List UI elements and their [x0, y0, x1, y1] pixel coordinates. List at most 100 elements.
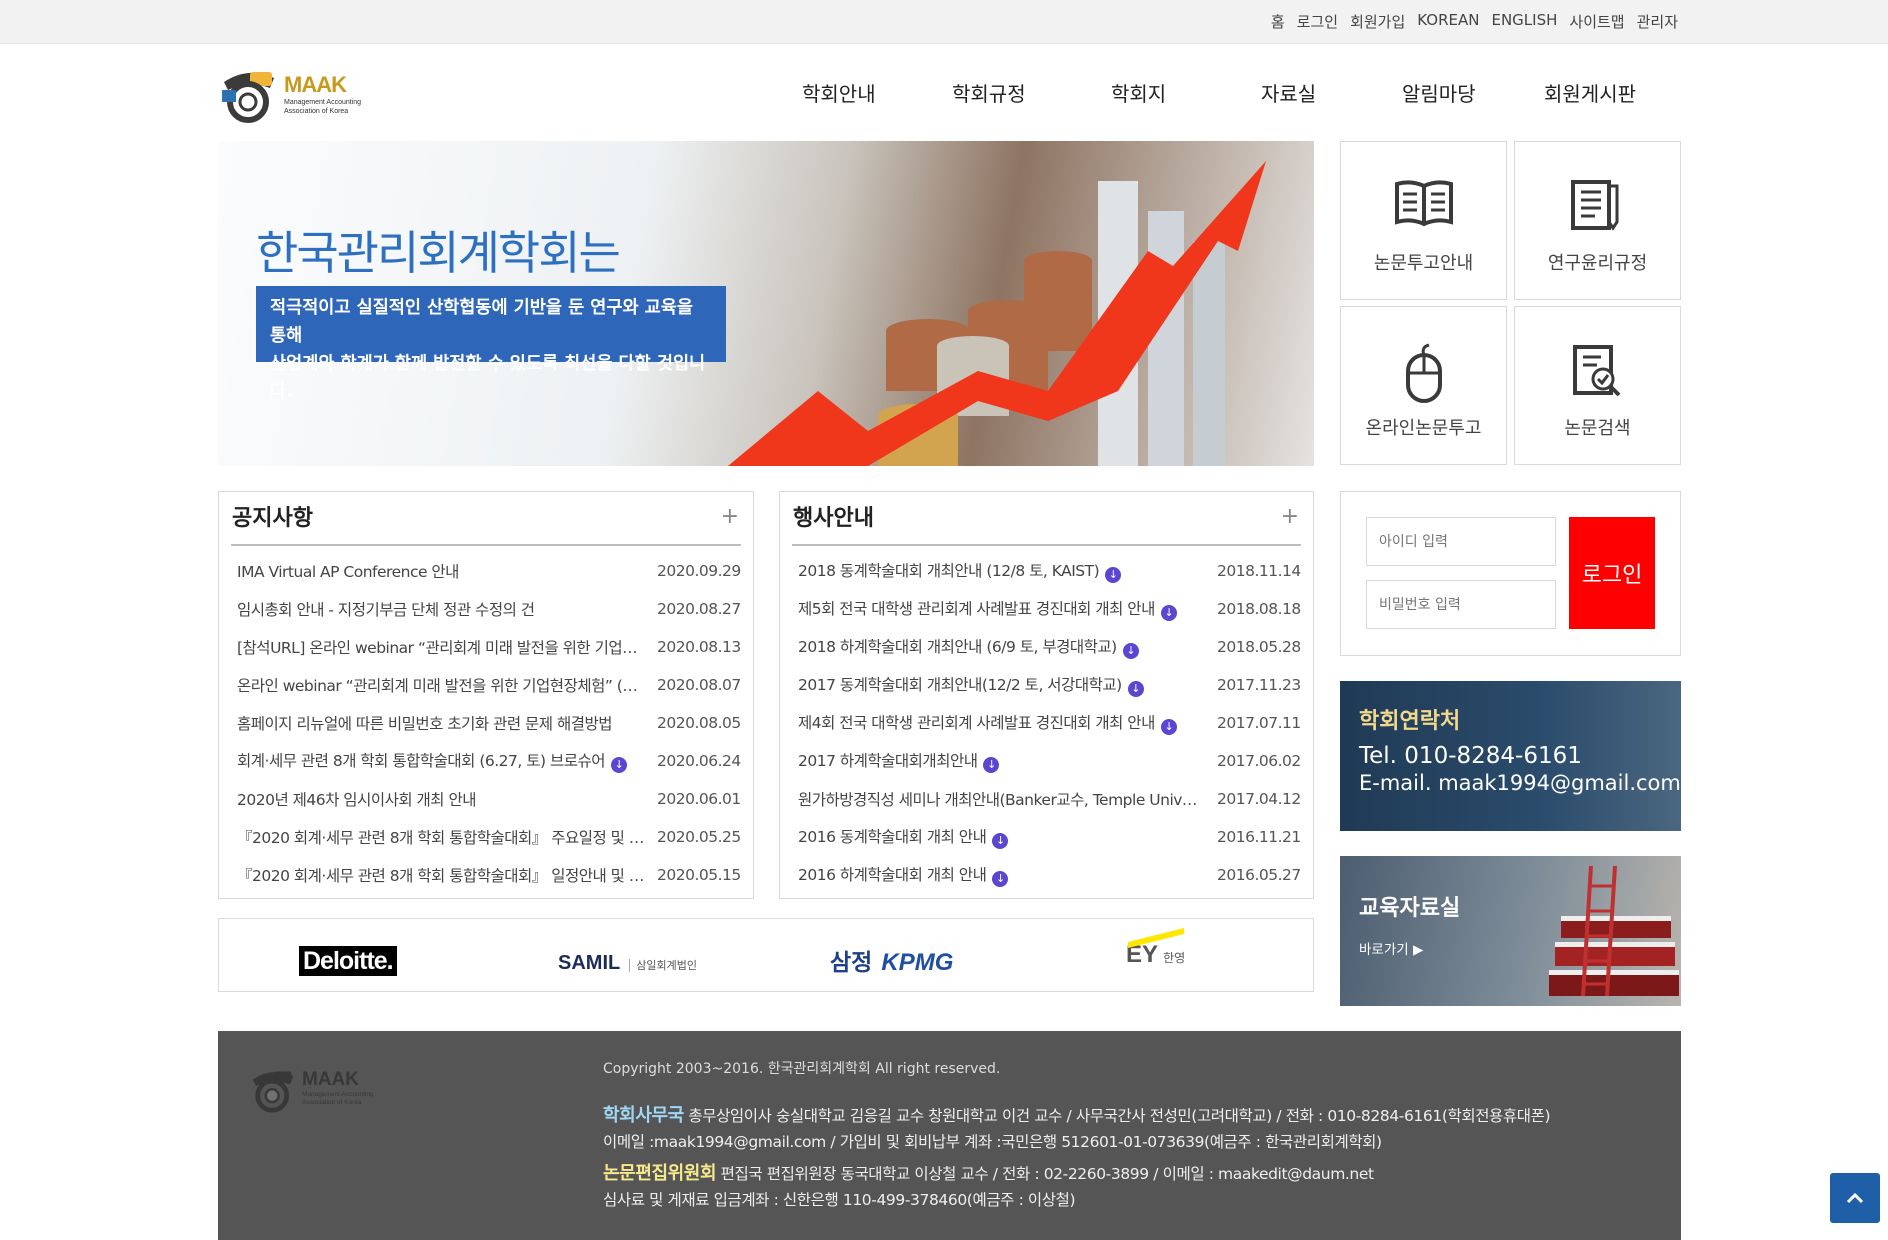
event-row-title-text: 원가하방경직성 세미나 개최안내(Banker교수, Temple Univ… [798, 791, 1197, 809]
quick-link-online-submission[interactable]: 온라인논문투고 [1340, 306, 1507, 465]
quick-link-research-ethics[interactable]: 연구윤리규정 [1514, 141, 1681, 300]
footer-office-label: 학회사무국 [603, 1105, 684, 1126]
event-row-title-text: 2017 동계학술대회 개최안내(12/2 토, 서강대학교) [798, 676, 1122, 694]
nav-notice[interactable]: 알림마당 [1402, 78, 1476, 107]
contact-tel: Tel. 010-8284-6161 [1359, 743, 1582, 769]
top-link-sitemap[interactable]: 사이트맵 [1569, 11, 1624, 32]
notice-row[interactable]: 『2020 회계·세무 관련 8개 학회 통합학술대회』 일정안내 및 … 202… [237, 856, 741, 894]
event-row-title-text: 제5회 전국 대학생 관리회계 사례발표 경진대회 개최 안내 [798, 600, 1155, 618]
samil-kr-text: 삼일회계법인 [629, 959, 698, 972]
notice-row[interactable]: IMA Virtual AP Conference 안내 2020.09.29 [237, 552, 741, 590]
chevron-up-icon [1846, 1192, 1864, 1204]
login-button[interactable]: 로그인 [1569, 517, 1655, 629]
download-icon[interactable]: ↓ [1105, 567, 1122, 583]
event-row-title-text: 2018 하계학술대회 개최안내 (6/9 토, 부경대학교) [798, 638, 1117, 656]
nav-about[interactable]: 학회안내 [802, 78, 876, 107]
scroll-top-button[interactable] [1830, 1173, 1880, 1223]
footer-logo-sub: Management Accounting Association of Kor… [302, 1091, 374, 1107]
download-icon[interactable]: ↓ [983, 757, 1000, 773]
notice-row-title: [참석URL] 온라인 webinar “관리회계 미래 발전을 위한 기업… [237, 636, 657, 658]
event-row[interactable]: 제5회 전국 대학생 관리회계 사례발표 경진대회 개최 안내 ↓ 2018.08.… [798, 590, 1301, 628]
top-link-korean[interactable]: KOREAN [1417, 11, 1479, 32]
nav-rules[interactable]: 학회규정 [952, 78, 1026, 107]
events-more-button[interactable]: + [1281, 504, 1299, 529]
event-row[interactable]: 2017 하계학술대회개최안내 ↓ 2017.06.02 [798, 742, 1301, 780]
event-row-title-text: 제4회 전국 대학생 관리회계 사례발표 경진대회 개최 안내 [798, 714, 1155, 732]
login-id-input[interactable] [1366, 517, 1556, 566]
event-row[interactable]: 2018 하계학술대회 개최안내 (6/9 토, 부경대학교) ↓ 2018.05.… [798, 628, 1301, 666]
education-title: 교육자료실 [1359, 896, 1461, 921]
download-icon[interactable]: ↓ [992, 871, 1009, 887]
notice-row-date: 2020.09.29 [657, 562, 741, 580]
notice-row-title: 『2020 회계·세무 관련 8개 학회 통합학술대회』 일정안내 및 … [237, 864, 657, 886]
event-row-title: 2018 동계학술대회 개최안내 (12/8 토, KAIST) ↓ [798, 559, 1217, 583]
notice-row[interactable]: 『2020 회계·세무 관련 8개 학회 통합학술대회』 주요일정 및 … 202… [237, 818, 741, 856]
quick-link-paper-search[interactable]: 논문검색 [1514, 306, 1681, 465]
partner-kpmg-logo[interactable]: 삼정 KPMG [830, 943, 953, 977]
notice-row[interactable]: 2020년 제46차 임시이사회 개최 안내 2020.06.01 [237, 780, 741, 818]
event-row-date: 2017.07.11 [1217, 714, 1301, 732]
logo-text: MAAK [284, 72, 347, 97]
notice-row-title: 회계·세무 관련 8개 학회 통합학술대회 (6.27, 토) 브로슈어 ↓ [237, 749, 657, 773]
event-row-date: 2018.05.28 [1217, 638, 1301, 656]
kpmg-text: KPMG [881, 949, 954, 976]
notice-row[interactable]: 임시총회 안내 - 지정기부금 단체 정관 수정의 건 2020.08.27 [237, 590, 741, 628]
nav-archive[interactable]: 자료실 [1261, 78, 1316, 107]
education-go-link[interactable]: 바로가기 ▶ [1359, 938, 1423, 958]
samjong-text: 삼정 [830, 950, 873, 976]
quick-label-online-submission: 온라인논문투고 [1365, 418, 1482, 439]
event-row[interactable]: 2016 동계학술대회 개최 안내 ↓ 2016.11.21 [798, 818, 1301, 856]
event-row-title-text: 2018 동계학술대회 개최안내 (12/8 토, KAIST) [798, 562, 1100, 580]
notice-more-button[interactable]: + [721, 504, 739, 529]
event-row[interactable]: 제4회 전국 대학생 관리회계 사례발표 경진대회 개최 안내 ↓ 2017.07.… [798, 704, 1301, 742]
logo-sub-line2: Association of Korea [284, 108, 349, 115]
top-link-login[interactable]: 로그인 [1297, 11, 1338, 32]
footer-editor-line: 논문편집위원회 편집국 편집위원장 동국대학교 이상철 교수 / 전화 : 02… [603, 1159, 1374, 1185]
event-row[interactable]: 2016 하계학술대회 개최 안내 ↓ 2016.05.27 [798, 856, 1301, 894]
deloitte-text: Deloitte. [303, 947, 394, 975]
event-row[interactable]: 2017 동계학술대회 개최안내(12/2 토, 서강대학교) ↓ 2017.11.… [798, 666, 1301, 704]
event-row-title: 제5회 전국 대학생 관리회계 사례발표 경진대회 개최 안내 ↓ [798, 597, 1217, 621]
download-icon[interactable]: ↓ [1160, 605, 1177, 621]
login-password-input[interactable] [1366, 580, 1556, 629]
download-icon[interactable]: ↓ [1127, 681, 1144, 697]
event-row-title: 2018 하계학술대회 개최안내 (6/9 토, 부경대학교) ↓ [798, 635, 1217, 659]
notice-row[interactable]: 온라인 webinar “관리회계 미래 발전을 위한 기업현장체험” (… 20… [237, 666, 741, 704]
download-icon[interactable]: ↓ [992, 833, 1009, 849]
notice-divider [231, 544, 741, 546]
partner-deloitte-logo[interactable]: Deloitte. [299, 946, 397, 976]
nav-member-board[interactable]: 회원게시판 [1544, 78, 1636, 107]
footer-editor-line2: 심사료 및 게재료 입금계좌 : 신한은행 110-499-378460(예금주… [603, 1191, 1076, 1209]
events-divider [792, 544, 1301, 546]
event-row[interactable]: 원가하방경직성 세미나 개최안내(Banker교수, Temple Univ… 2… [798, 780, 1301, 818]
notice-row-title-text: [참석URL] 온라인 webinar “관리회계 미래 발전을 위한 기업… [237, 639, 638, 657]
footer-logo-sub2: Association of Korea [302, 1099, 362, 1106]
site-logo[interactable]: MAAK Management Accounting Association o… [218, 64, 388, 126]
partner-samil-logo[interactable]: SAMIL 삼일회계법인 [558, 952, 698, 975]
quick-link-submission-guide[interactable]: 논문투고안내 [1340, 141, 1507, 300]
notice-row-date: 2020.08.07 [657, 676, 741, 694]
hero-line-2: 산업계와 학계가 함께 발전할 수 있도록 최선을 다할 것입니다. [270, 354, 706, 402]
notice-row[interactable]: [참석URL] 온라인 webinar “관리회계 미래 발전을 위한 기업… 2… [237, 628, 741, 666]
notice-row-title-text: IMA Virtual AP Conference 안내 [237, 563, 459, 581]
top-link-english[interactable]: ENGLISH [1491, 11, 1557, 32]
event-row-date: 2018.08.18 [1217, 600, 1301, 618]
top-link-join[interactable]: 회원가입 [1350, 11, 1405, 32]
top-link-admin[interactable]: 관리자 [1637, 11, 1678, 32]
notice-row-date: 2020.08.27 [657, 600, 741, 618]
nav-journal[interactable]: 학회지 [1111, 78, 1166, 107]
download-icon[interactable]: ↓ [1122, 643, 1139, 659]
top-links: 홈 로그인 회원가입 KOREAN ENGLISH 사이트맵 관리자 [1271, 11, 1678, 32]
footer-office-text: 총무상임이사 숭실대학교 김응길 교수 창원대학교 이건 교수 / 사무국간사 … [688, 1107, 1551, 1125]
education-resources-banner[interactable]: 교육자료실 바로가기 ▶ [1340, 856, 1681, 1006]
notice-board-title: 공지사항 [232, 506, 313, 531]
partner-ey-logo[interactable]: EY 한영 [1126, 928, 1185, 969]
contact-email: E-mail. maak1994@gmail.com [1359, 771, 1681, 795]
download-icon[interactable]: ↓ [611, 757, 628, 773]
notice-row[interactable]: 홈페이지 리뉴얼에 따른 비밀번호 초기화 관련 문제 해결방법 2020.08.… [237, 704, 741, 742]
events-board: 행사안내 + 2018 동계학술대회 개최안내 (12/8 토, KAIST) ↓… [779, 491, 1314, 899]
top-link-home[interactable]: 홈 [1271, 11, 1285, 32]
notice-row[interactable]: 회계·세무 관련 8개 학회 통합학술대회 (6.27, 토) 브로슈어 ↓ 202… [237, 742, 741, 780]
download-icon[interactable]: ↓ [1160, 719, 1177, 735]
event-row[interactable]: 2018 동계학술대회 개최안내 (12/8 토, KAIST) ↓ 2018.11… [798, 552, 1301, 590]
